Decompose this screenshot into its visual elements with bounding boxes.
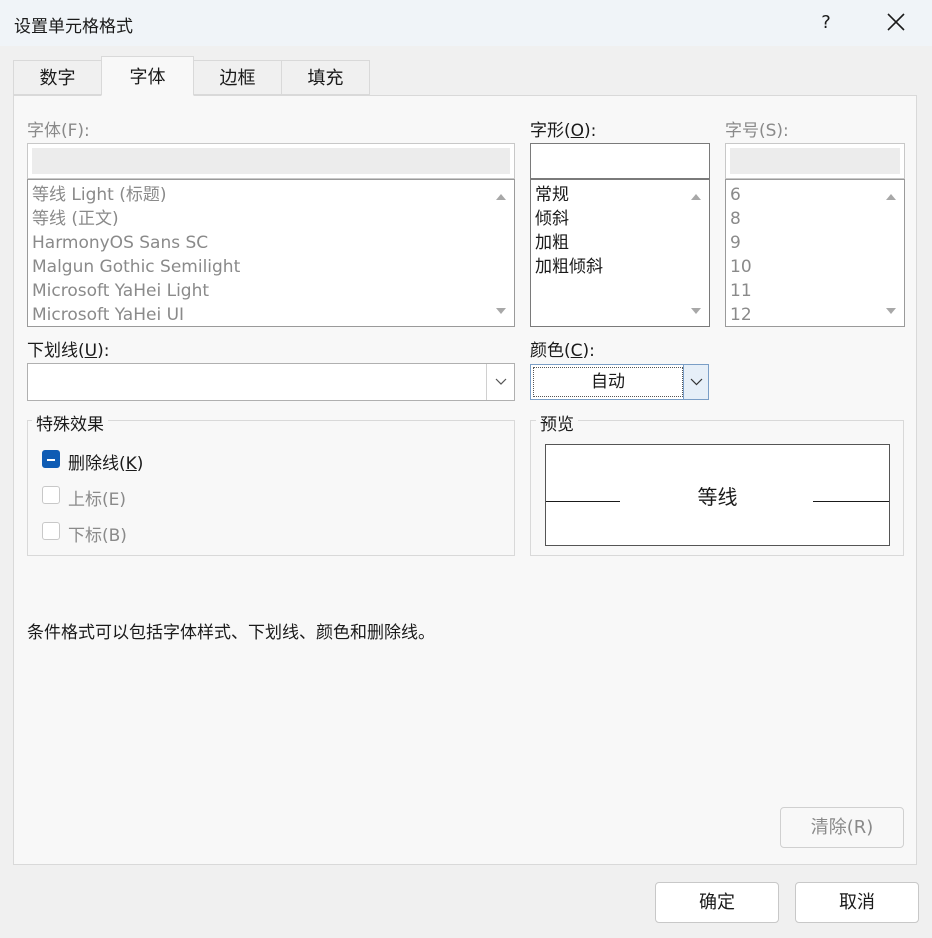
font-size-label: 字号(S):: [725, 121, 789, 141]
list-item[interactable]: 12: [730, 303, 752, 326]
color-picker-button[interactable]: 自动: [530, 364, 709, 400]
list-item[interactable]: Microsoft YaHei Light: [32, 279, 209, 303]
font-style-input[interactable]: [530, 143, 710, 179]
list-item[interactable]: Malgun Gothic Semilight: [32, 255, 240, 279]
close-button[interactable]: [876, 6, 916, 40]
list-item[interactable]: 倾斜: [535, 207, 569, 231]
strikethrough-label[interactable]: 删除线(K): [68, 449, 143, 474]
tab-border[interactable]: 边框: [193, 60, 282, 95]
tab-font[interactable]: 字体: [101, 56, 194, 96]
font-size-list[interactable]: 6 8 9 10 11 12: [725, 179, 905, 327]
font-style-label-text: 字形(: [530, 121, 571, 141]
scroll-down-arrow-icon[interactable]: [689, 303, 703, 317]
font-style-label: 字形(O):: [530, 116, 596, 141]
underline-dropdown[interactable]: [27, 363, 515, 401]
subscript-checkbox[interactable]: [42, 522, 60, 540]
font-list[interactable]: 等线 Light (标题) 等线 (正文) HarmonyOS Sans SC …: [27, 179, 515, 327]
help-button[interactable]: ?: [806, 6, 846, 40]
scroll-down-arrow-icon[interactable]: [884, 303, 898, 317]
list-item[interactable]: 常规: [535, 183, 569, 207]
list-item[interactable]: 9: [730, 231, 741, 255]
underline-accesskey: U: [84, 341, 98, 361]
subscript-label[interactable]: 下标(B): [68, 521, 127, 546]
font-style-accesskey: O: [570, 121, 585, 141]
color-label: 颜色(C):: [530, 336, 595, 361]
list-item[interactable]: 加粗: [535, 231, 569, 255]
font-label: 字体(F):: [27, 121, 90, 141]
superscript-label[interactable]: 上标(E): [68, 485, 126, 510]
dialog-title: 设置单元格格式: [14, 17, 133, 37]
font-style-label-end: ):: [584, 121, 597, 141]
chevron-down-icon[interactable]: [486, 364, 514, 400]
close-icon: [887, 13, 905, 31]
scroll-up-arrow-icon[interactable]: [689, 189, 703, 203]
chevron-down-icon[interactable]: [683, 365, 708, 399]
underline-label-text: 下划线(: [27, 341, 85, 361]
list-item[interactable]: Microsoft YaHei UI: [32, 303, 184, 326]
font-size-input[interactable]: [725, 143, 905, 179]
scroll-up-arrow-icon[interactable]: [494, 189, 508, 203]
list-item[interactable]: 10: [730, 255, 752, 279]
tab-number[interactable]: 数字: [13, 60, 102, 95]
ok-button[interactable]: 确定: [655, 882, 779, 923]
clear-button[interactable]: 清除(R): [780, 807, 904, 848]
scroll-down-arrow-icon[interactable]: [494, 303, 508, 317]
strikethrough-label-text: 删除线(: [68, 454, 126, 474]
color-label-text: 颜色(: [530, 341, 571, 361]
title-bar: [0, 0, 932, 46]
color-accesskey: C: [570, 341, 583, 361]
list-item[interactable]: 11: [730, 279, 752, 303]
list-item[interactable]: 6: [730, 183, 741, 207]
cancel-button[interactable]: 取消: [795, 882, 919, 923]
font-style-list[interactable]: 常规 倾斜 加粗 加粗倾斜: [530, 179, 710, 327]
list-item[interactable]: HarmonyOS Sans SC: [32, 231, 208, 255]
strikethrough-accesskey: K: [125, 454, 137, 474]
color-label-end: ):: [582, 341, 595, 361]
strikethrough-checkbox[interactable]: [42, 450, 60, 468]
font-name-input[interactable]: [27, 143, 515, 179]
list-item[interactable]: 8: [730, 207, 741, 231]
list-item[interactable]: 等线 (正文): [32, 207, 119, 231]
preview-box: 等线: [545, 444, 890, 546]
effects-group-title: 特殊效果: [32, 410, 108, 435]
list-item[interactable]: 等线 Light (标题): [32, 183, 167, 207]
underline-label: 下划线(U):: [27, 336, 109, 361]
superscript-checkbox[interactable]: [42, 486, 60, 504]
preview-sample-text: 等线: [697, 485, 738, 509]
tab-fill[interactable]: 填充: [281, 60, 370, 95]
list-item[interactable]: 加粗倾斜: [535, 255, 603, 279]
info-note: 条件格式可以包括字体样式、下划线、颜色和删除线。: [27, 623, 435, 643]
preview-group-title: 预览: [536, 410, 578, 435]
scroll-up-arrow-icon[interactable]: [884, 189, 898, 203]
color-value: 自动: [533, 367, 683, 397]
strikethrough-label-end: ): [136, 454, 144, 474]
underline-label-end: ):: [97, 341, 110, 361]
